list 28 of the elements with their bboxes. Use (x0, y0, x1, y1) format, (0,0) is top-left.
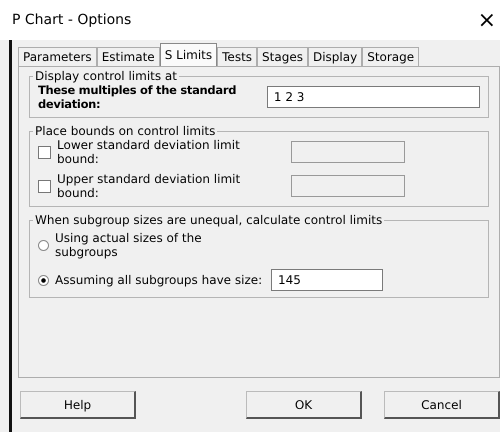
input-field[interactable] (291, 141, 405, 163)
tab[interactable]: Storage (362, 47, 420, 66)
group-title: Place bounds on control limits (34, 124, 216, 138)
radio-button[interactable] (38, 240, 49, 250)
group-title: When subgroup sizes are unequal, calculate control limits (34, 213, 384, 227)
close-button[interactable]: × (474, 8, 500, 32)
radio-label: Using actual sizes of the subgroups (55, 231, 203, 259)
checkbox[interactable] (38, 180, 51, 192)
dialog-button[interactable]: OK (246, 391, 362, 419)
tab[interactable]: Parameters (18, 47, 97, 66)
group-title: Display control limits at (34, 69, 178, 83)
dialog-button[interactable]: Cancel (384, 391, 500, 419)
input-field[interactable]: 1 2 3 (266, 86, 480, 108)
radio-button[interactable] (38, 274, 49, 286)
window-title: P Chart - Options (12, 12, 132, 28)
checkbox-label: Upper standard deviation limit bound: (57, 172, 242, 200)
checkbox[interactable] (38, 146, 51, 158)
tab[interactable]: Stages (257, 47, 308, 66)
field-label: These multiples of the standard deviation: (38, 83, 238, 111)
tab[interactable]: Estimate (96, 47, 160, 66)
checkbox-label: Lower standard deviation limit bound: (57, 138, 241, 166)
input-field[interactable]: 145 (271, 269, 383, 291)
tab[interactable]: Tests (217, 47, 258, 66)
radio-label: Assuming all subgroups have size: (55, 273, 264, 287)
tab[interactable]: Display (308, 47, 362, 66)
input-field[interactable] (291, 175, 405, 197)
dialog-button[interactable]: Help (20, 391, 136, 419)
tab[interactable]: S Limits (160, 43, 218, 66)
